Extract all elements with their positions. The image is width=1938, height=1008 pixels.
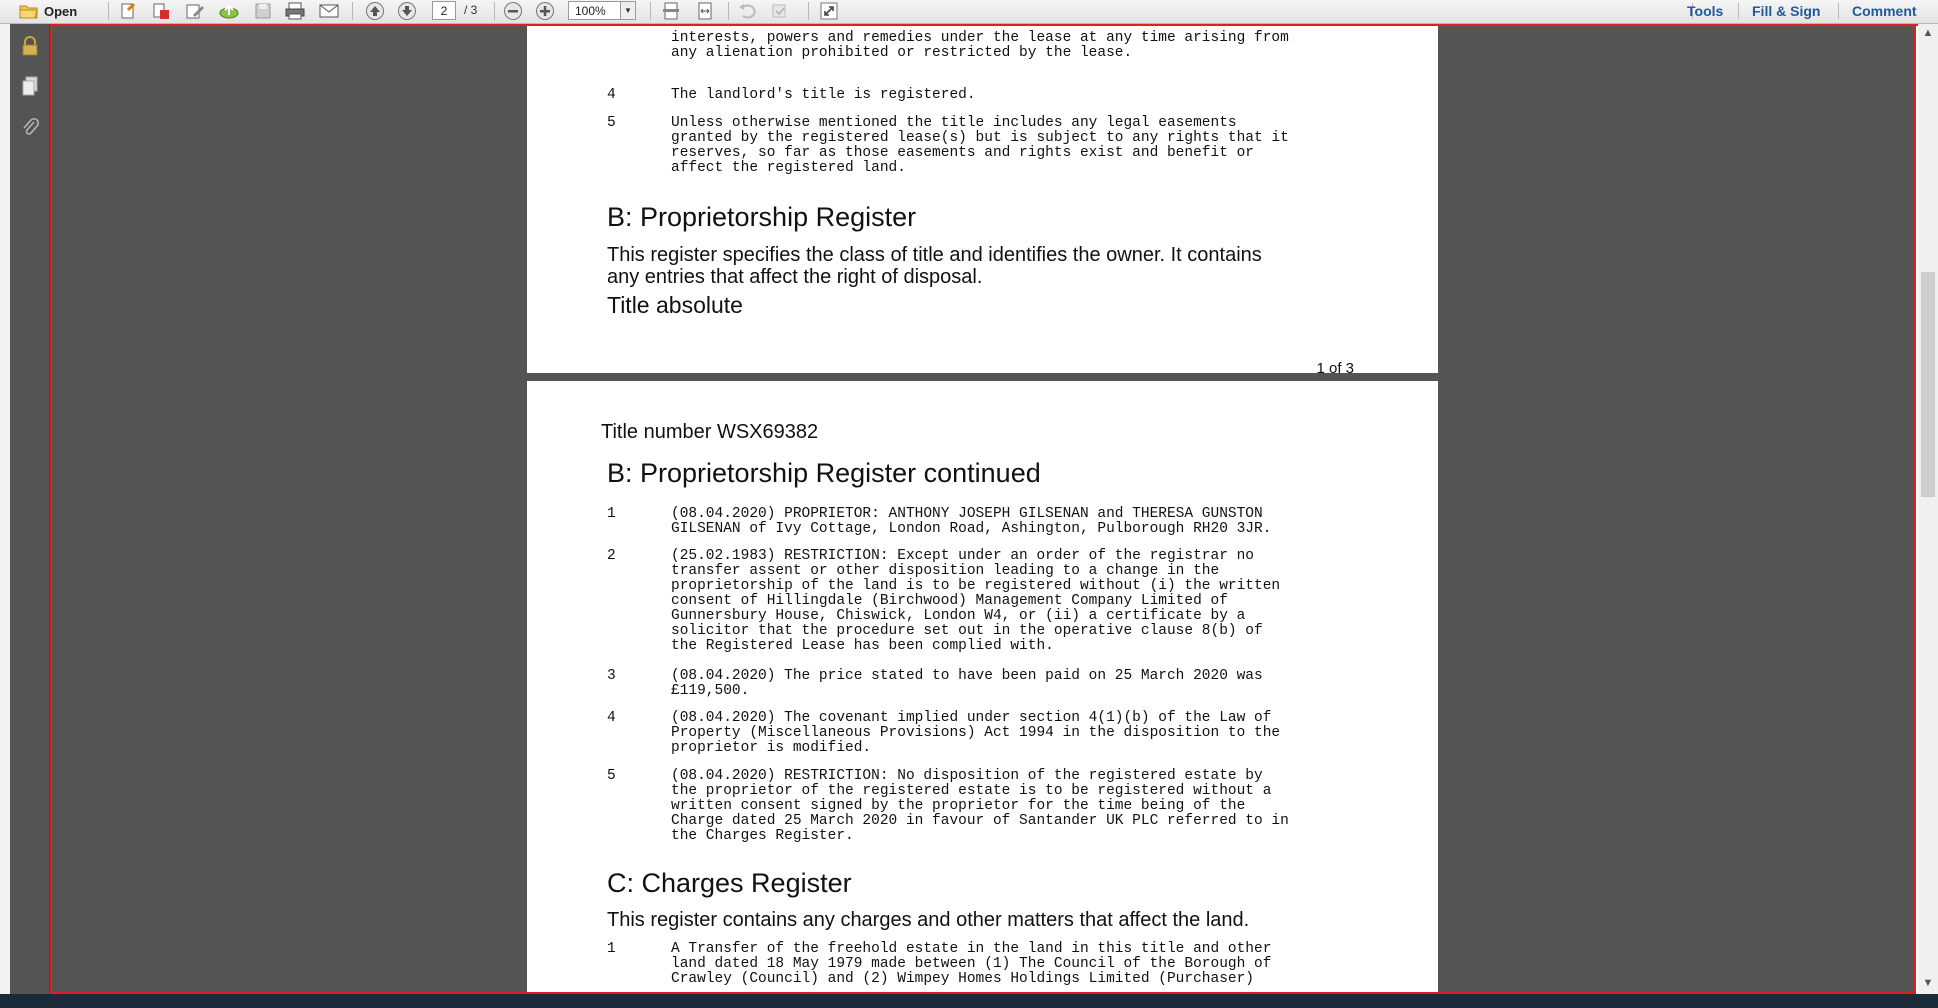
toolbar-divider [1838, 3, 1839, 19]
lock-icon[interactable] [18, 34, 42, 58]
save-icon [252, 0, 274, 22]
comment-link[interactable]: Comment [1852, 0, 1917, 22]
entry-text: (08.04.2020) The price stated to have be… [671, 668, 1263, 699]
title-class: Title absolute [607, 292, 743, 318]
redo-button[interactable] [768, 0, 790, 22]
edit-icon [184, 0, 206, 22]
print-button[interactable] [284, 0, 306, 22]
entry-number: 1 [607, 941, 616, 957]
section-b-continued-heading: B: Proprietorship Register continued [607, 458, 1041, 488]
focus-border [50, 24, 1920, 26]
toolbar-divider [728, 2, 729, 20]
entry-number: 4 [607, 710, 616, 726]
entry-text: The landlord's title is registered. [671, 87, 976, 103]
scrollbar-thumb[interactable] [1921, 272, 1935, 497]
tools-link[interactable]: Tools [1687, 0, 1723, 22]
combine-button[interactable] [150, 0, 172, 22]
document-viewport[interactable]: interests, powers and remedies under the… [50, 24, 1916, 994]
navigation-pane [10, 24, 50, 994]
page-number-input[interactable]: 2 [432, 1, 456, 20]
upload-button[interactable] [218, 0, 240, 22]
section-b-description: This register specifies the class of tit… [607, 244, 1262, 288]
zoom-in-icon [534, 0, 556, 22]
expand-icon [818, 0, 840, 22]
section-b-heading: B: Proprietorship Register [607, 202, 917, 232]
save-button[interactable] [252, 0, 274, 22]
entry-number: 5 [607, 768, 616, 784]
undo-icon [736, 0, 758, 22]
entry-text: (25.02.1983) RESTRICTION: Except under a… [671, 548, 1281, 654]
zoom-out-button[interactable] [502, 0, 524, 22]
toolbar-divider [1738, 3, 1739, 19]
page-footer: 1 of 3 [1316, 360, 1354, 377]
title-number: Title number WSX69382 [601, 421, 819, 443]
attachment-icon[interactable] [18, 116, 42, 140]
section-c-description: This register contains any charges and o… [607, 909, 1250, 931]
fit-width-icon [694, 0, 716, 22]
upload-cloud-icon [218, 0, 240, 22]
redo-icon [768, 0, 790, 22]
entry-number: 3 [607, 668, 616, 684]
toolbar-divider [650, 2, 651, 20]
entry-text: A Transfer of the freehold estate in the… [671, 941, 1272, 987]
entry-text: (08.04.2020) The covenant implied under … [671, 710, 1281, 756]
fit-page-button[interactable] [660, 0, 682, 22]
open-button[interactable]: Open [18, 0, 77, 22]
create-pdf-icon [118, 0, 140, 22]
pdf-page-1: interests, powers and remedies under the… [527, 24, 1438, 377]
entry-number: 2 [607, 548, 616, 564]
entry-text: Unless otherwise mentioned the title inc… [671, 115, 1289, 176]
pdf-page-2: Title number WSX69382 B: Proprietorship … [527, 381, 1438, 992]
undo-button[interactable] [736, 0, 758, 22]
previous-page-button[interactable] [364, 0, 386, 22]
vertical-scrollbar[interactable]: ▲ ▼ [1918, 24, 1938, 994]
section-c-heading: C: Charges Register [607, 868, 852, 898]
toolbar-divider [352, 2, 353, 20]
toolbar-divider [494, 2, 495, 20]
print-icon [284, 0, 306, 22]
zoom-input[interactable]: 100% [568, 1, 628, 20]
scroll-down-icon[interactable]: ▼ [1918, 974, 1938, 992]
entry-number: 4 [607, 87, 616, 103]
expand-button[interactable] [818, 0, 840, 22]
toolbar-divider [808, 2, 809, 20]
entry-text: (08.04.2020) RESTRICTION: No disposition… [671, 768, 1289, 844]
next-page-button[interactable] [396, 0, 418, 22]
entry-text-partial: interests, powers and remedies under the… [671, 30, 1289, 61]
combine-icon [150, 0, 172, 22]
email-button[interactable] [318, 0, 340, 22]
edit-button[interactable] [184, 0, 206, 22]
open-label: Open [44, 3, 78, 19]
email-icon [318, 0, 340, 22]
toolbar-divider [108, 2, 109, 20]
chevron-down-icon: ▼ [624, 6, 632, 15]
create-pdf-button[interactable] [118, 0, 140, 22]
scroll-up-icon[interactable]: ▲ [1918, 24, 1938, 42]
page-total-label: / 3 [464, 3, 478, 17]
zoom-dropdown-button[interactable]: ▼ [620, 1, 636, 20]
page-up-icon [364, 0, 386, 22]
entry-text: (08.04.2020) PROPRIETOR: ANTHONY JOSEPH … [671, 506, 1272, 537]
pages-icon[interactable] [18, 74, 42, 98]
entry-number: 5 [607, 115, 616, 131]
main-toolbar: Open 2 / 3 100% ▼ Tools Fill & Sign Comm… [0, 0, 1938, 24]
zoom-in-button[interactable] [534, 0, 556, 22]
window-edge [0, 24, 10, 994]
folder-open-icon [18, 0, 40, 22]
zoom-out-icon [502, 0, 524, 22]
fit-page-icon [660, 0, 682, 22]
page-down-icon [396, 0, 418, 22]
taskbar-strip [0, 994, 1938, 1008]
entry-number: 1 [607, 506, 616, 522]
fit-width-button[interactable] [694, 0, 716, 22]
fill-sign-link[interactable]: Fill & Sign [1752, 0, 1820, 22]
